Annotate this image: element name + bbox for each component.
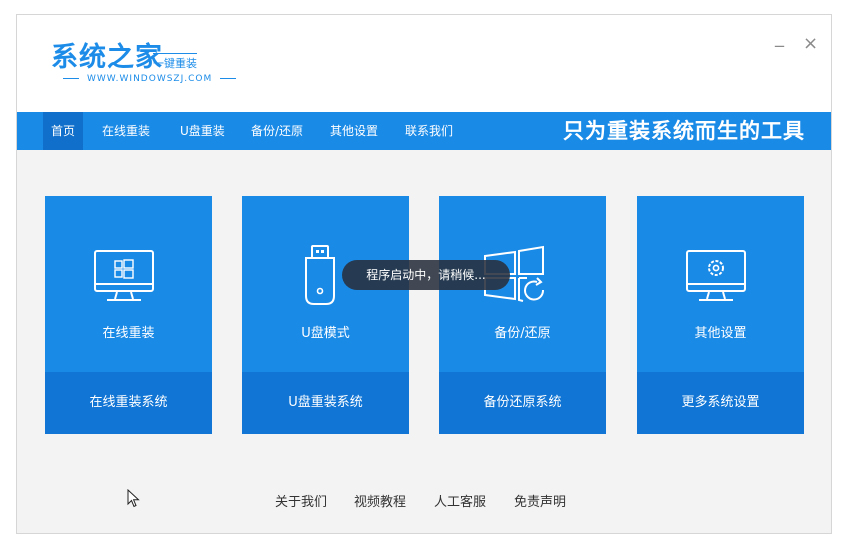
app-window: 系统之家 一键重装 WWW.WINDOWSZJ.COM _ × 首页 在线重装 … xyxy=(16,14,832,534)
card-title: 备份/还原 xyxy=(494,326,551,341)
card-title: U盘模式 xyxy=(301,326,350,341)
header: 系统之家 一键重装 WWW.WINDOWSZJ.COM _ × xyxy=(17,15,831,112)
footer-link-disclaimer[interactable]: 免责声明 xyxy=(514,491,566,510)
card-title: 在线重装 xyxy=(102,326,155,341)
card-footer-button[interactable]: U盘重装系统 xyxy=(242,372,409,434)
footer-link-support[interactable]: 人工客服 xyxy=(434,491,486,510)
nav-item-contact[interactable]: 联系我们 xyxy=(397,112,461,150)
footer-link-video-tutorial[interactable]: 视频教程 xyxy=(354,491,406,510)
monitor-gear-icon xyxy=(686,250,746,301)
card-title: 其他设置 xyxy=(694,326,747,341)
card-footer-button[interactable]: 在线重装系统 xyxy=(45,372,212,434)
footer-link-about[interactable]: 关于我们 xyxy=(275,491,327,510)
minimize-button[interactable]: _ xyxy=(775,29,784,47)
card-backup-restore[interactable]: 备份/还原 备份还原系统 xyxy=(439,196,606,434)
nav-item-other-settings[interactable]: 其他设置 xyxy=(322,112,386,150)
nav-item-usb-reinstall[interactable]: U盘重装 xyxy=(172,112,233,150)
card-other-settings[interactable]: 其他设置 更多系统设置 xyxy=(637,196,804,434)
nav-item-backup-restore[interactable]: 备份/还原 xyxy=(243,112,311,150)
card-footer-button[interactable]: 更多系统设置 xyxy=(637,372,804,434)
card-usb-mode[interactable]: U盘模式 U盘重装系统 xyxy=(242,196,409,434)
slogan: 只为重装系统而生的工具 xyxy=(563,119,805,143)
card-footer-button[interactable]: 备份还原系统 xyxy=(439,372,606,434)
nav-item-online-reinstall[interactable]: 在线重装 xyxy=(94,112,158,150)
card-online-reinstall[interactable]: 在线重装 在线重装系统 xyxy=(45,196,212,434)
logo-url: WWW.WINDOWSZJ.COM xyxy=(55,74,244,84)
close-button[interactable]: × xyxy=(803,35,818,53)
monitor-windows-icon xyxy=(94,250,154,301)
loading-toast: 程序启动中，请稍候... xyxy=(342,260,510,290)
usb-drive-icon xyxy=(305,245,335,305)
windows-restore-icon xyxy=(484,245,545,302)
logo-title: 系统之家 xyxy=(51,42,163,73)
nav-item-home[interactable]: 首页 xyxy=(43,112,84,150)
logo-subtitle: 一键重装 xyxy=(153,53,197,71)
mouse-cursor-icon xyxy=(127,489,140,508)
nav-bar: 首页 在线重装 U盘重装 备份/还原 其他设置 联系我们 只为重装系统而生的工具 xyxy=(17,112,831,150)
